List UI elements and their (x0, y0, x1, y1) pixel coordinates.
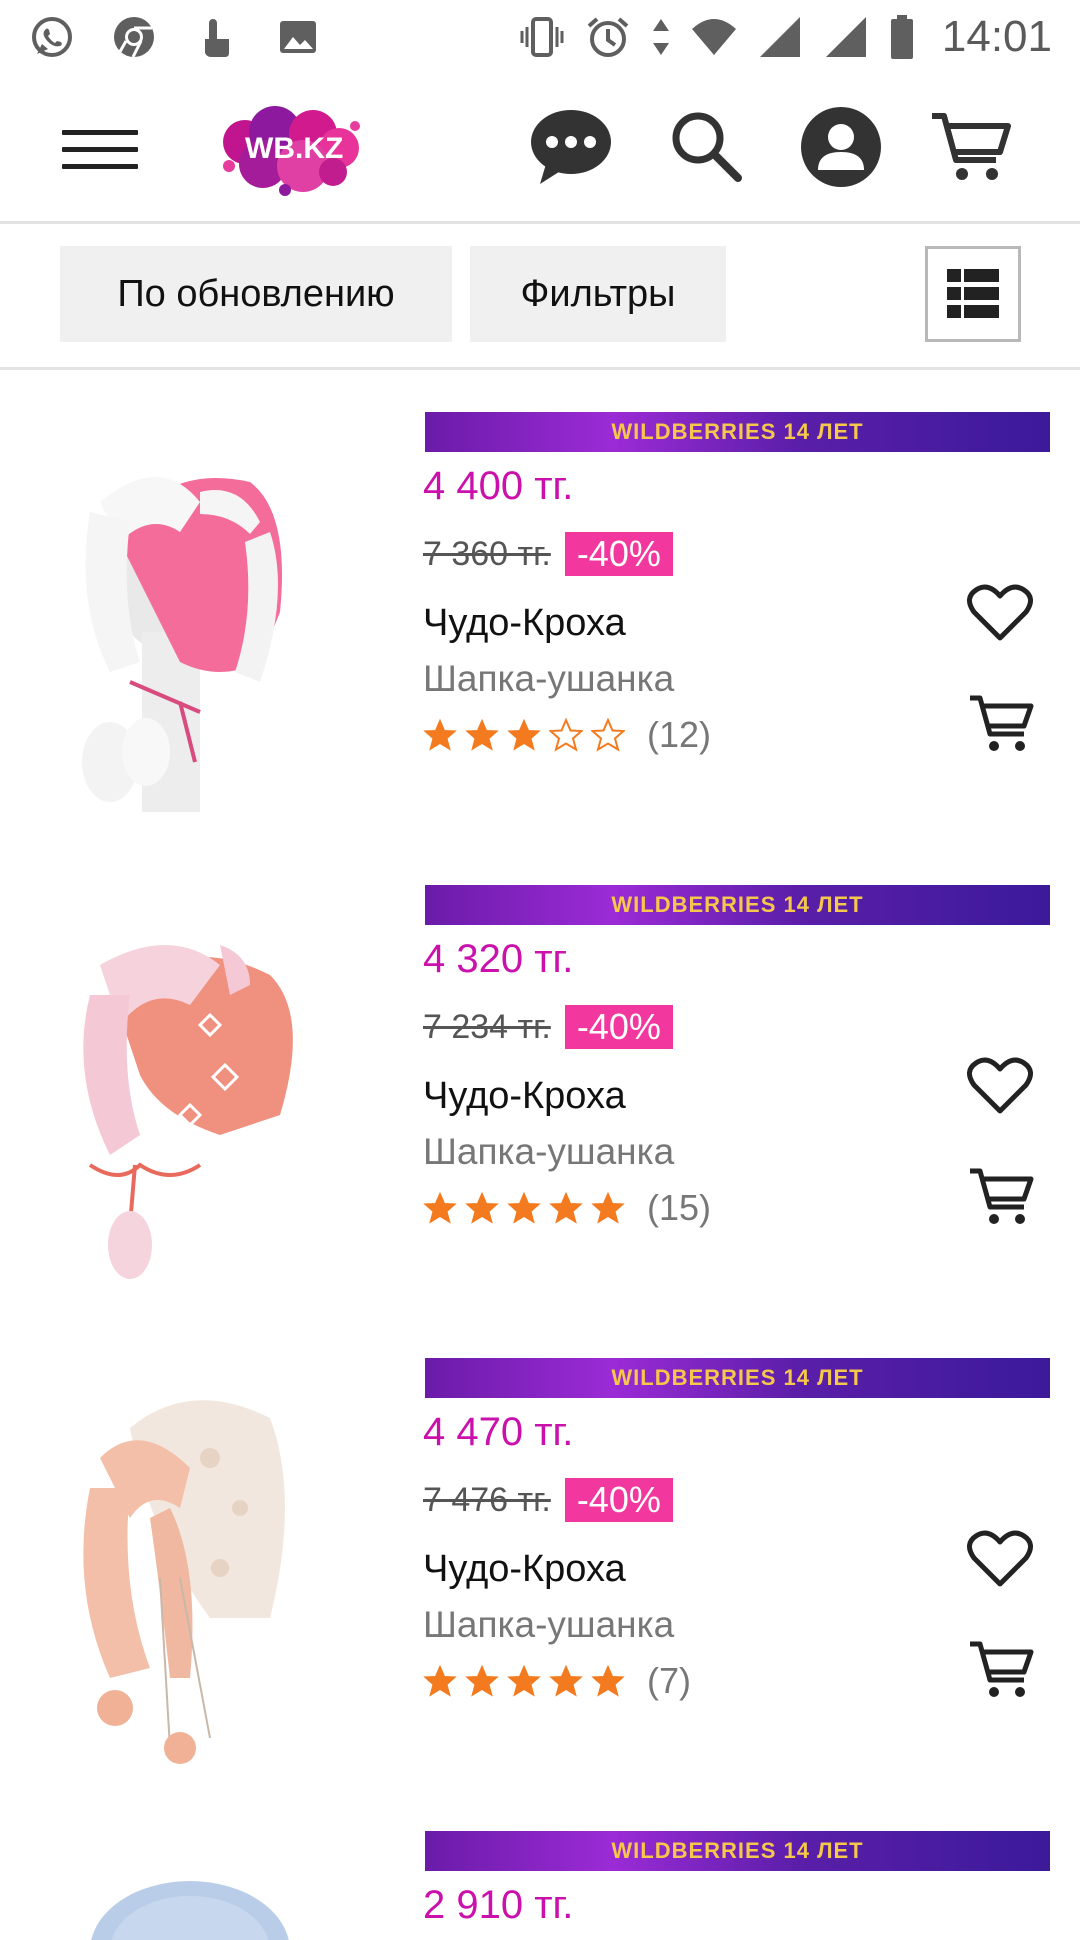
price: 4 320 тг. (423, 937, 574, 981)
view-toggle-button[interactable] (925, 246, 1021, 342)
star-filled-icon (465, 1664, 499, 1697)
add-to-cart-icon[interactable] (968, 1165, 1034, 1227)
image-icon (280, 21, 316, 53)
alarm-icon (587, 17, 629, 57)
old-price-row: 7 476 тг. -40% (423, 1478, 673, 1522)
touch-icon (205, 19, 229, 57)
star-filled-icon (507, 718, 541, 751)
discount-badge: -40% (564, 532, 673, 576)
product-card[interactable]: WILDBERRIES 14 ЛЕТ 4 320 тг. 7 234 тг. -… (0, 885, 1080, 1359)
rating-stars (423, 1664, 625, 1698)
star-filled-icon (423, 1191, 457, 1224)
old-price: 7 234 тг. (423, 1007, 551, 1046)
rating: (12) (423, 714, 711, 756)
sort-filter-bar: По обновлению Фильтры (0, 224, 1080, 370)
star-filled-icon (591, 1664, 625, 1697)
menu-button[interactable] (62, 130, 138, 170)
data-arrows-icon (652, 19, 669, 55)
favorite-heart-icon[interactable] (966, 1055, 1034, 1117)
logo[interactable]: WB.KZ (215, 102, 365, 202)
star-filled-icon (591, 1191, 625, 1224)
promo-banner[interactable]: WILDBERRIES 14 ЛЕТ (425, 885, 1050, 925)
logo-text: WB.KZ (245, 132, 344, 165)
list-view-icon (947, 269, 999, 318)
product-image[interactable] (60, 1851, 320, 1940)
rating: (7) (423, 1660, 691, 1702)
filters-button[interactable]: Фильтры (470, 246, 726, 342)
cart-icon[interactable] (928, 104, 1014, 190)
rating: (15) (423, 1187, 711, 1229)
rating-stars (423, 718, 625, 752)
clock: 14:01 (941, 12, 1052, 61)
star-filled-icon (423, 1664, 457, 1697)
star-filled-icon (465, 718, 499, 751)
discount-badge: -40% (564, 1478, 673, 1522)
product-image[interactable] (60, 905, 320, 1295)
product-image[interactable] (60, 432, 320, 822)
brand-name[interactable]: Чудо-Кроха (423, 602, 626, 645)
price: 2 910 тг. (423, 1883, 574, 1927)
review-count: (7) (647, 1660, 691, 1701)
old-price: 7 360 тг. (423, 534, 551, 573)
rating-stars (423, 1191, 625, 1225)
product-card[interactable]: WILDBERRIES 14 ЛЕТ 4 470 тг. 7 476 тг. -… (0, 1358, 1080, 1832)
product-image[interactable] (60, 1378, 320, 1768)
product-name[interactable]: Шапка-ушанка (423, 1131, 674, 1173)
star-filled-icon (507, 1191, 541, 1224)
old-price-row: 7 234 тг. -40% (423, 1005, 673, 1049)
star-filled-icon (507, 1664, 541, 1697)
star-filled-icon (549, 1664, 583, 1697)
status-bar: 14:01 (0, 0, 1080, 74)
add-to-cart-icon[interactable] (968, 692, 1034, 754)
product-card[interactable]: WILDBERRIES 14 ЛЕТ 2 910 тг. (0, 1831, 1080, 1940)
whatsapp-icon (32, 17, 72, 57)
star-empty-icon (591, 718, 625, 752)
favorite-heart-icon[interactable] (966, 1528, 1034, 1590)
chat-icon[interactable] (528, 104, 614, 190)
profile-icon[interactable] (798, 104, 884, 190)
product-name[interactable]: Шапка-ушанка (423, 658, 674, 700)
old-price: 7 476 тг. (423, 1480, 551, 1519)
product-name[interactable]: Шапка-ушанка (423, 1604, 674, 1646)
price: 4 400 тг. (423, 464, 574, 508)
add-to-cart-icon[interactable] (968, 1638, 1034, 1700)
menu-icon (62, 130, 138, 135)
brand-name[interactable]: Чудо-Кроха (423, 1075, 626, 1118)
old-price-row: 7 360 тг. -40% (423, 532, 673, 576)
promo-banner[interactable]: WILDBERRIES 14 ЛЕТ (425, 1831, 1050, 1871)
star-filled-icon (423, 718, 457, 751)
product-card[interactable]: WILDBERRIES 14 ЛЕТ 4 400 тг. 7 360 тг. -… (0, 412, 1080, 886)
vibrate-icon (520, 17, 564, 57)
app-header: WB.KZ (0, 74, 1080, 224)
star-filled-icon (465, 1191, 499, 1224)
brand-name[interactable]: Чудо-Кроха (423, 1548, 626, 1591)
search-icon[interactable] (664, 104, 750, 190)
wifi-icon (691, 19, 736, 55)
review-count: (12) (647, 714, 712, 755)
review-count: (15) (647, 1187, 712, 1228)
battery-icon (890, 15, 913, 59)
promo-banner[interactable]: WILDBERRIES 14 ЛЕТ (425, 412, 1050, 452)
promo-banner[interactable]: WILDBERRIES 14 ЛЕТ (425, 1358, 1050, 1398)
favorite-heart-icon[interactable] (966, 582, 1034, 644)
signal-icon (759, 17, 800, 57)
sort-button[interactable]: По обновлению (60, 246, 452, 342)
price: 4 470 тг. (423, 1410, 574, 1454)
chrome-icon (114, 17, 154, 58)
star-empty-icon (549, 718, 583, 752)
star-filled-icon (549, 1191, 583, 1224)
discount-badge: -40% (564, 1005, 673, 1049)
signal-icon (825, 17, 866, 57)
